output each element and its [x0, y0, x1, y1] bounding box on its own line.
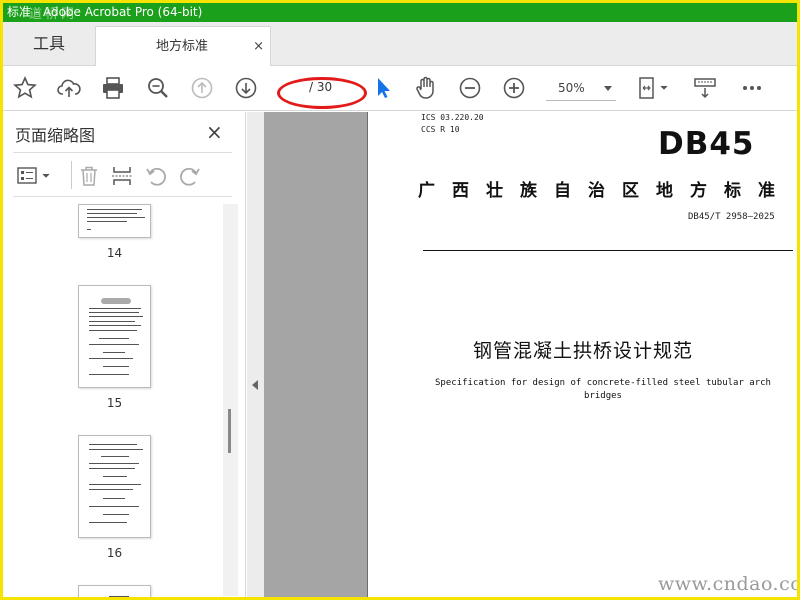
cloud-upload-icon[interactable] — [56, 75, 82, 101]
insert-page-icon[interactable] — [110, 164, 134, 188]
document-title-en: Specification for design of concrete-fil… — [435, 378, 771, 401]
panel-close-icon[interactable]: × — [206, 120, 223, 144]
panel-collapse-handle[interactable] — [247, 112, 264, 597]
thumbnail-toolbar — [13, 152, 232, 197]
hand-tool-icon[interactable] — [413, 75, 439, 101]
main-toolbar: / 30 50% — [3, 66, 797, 111]
window-titlebar: 标准 - Adobe Acrobat Pro (64-bit) 道桥网 — [3, 3, 797, 22]
watermark: www.cndao.com — [658, 573, 797, 595]
search-zoom-icon[interactable] — [145, 75, 171, 101]
page-number-box: / 30 — [286, 76, 360, 101]
toolbar-divider — [71, 161, 72, 189]
page-number-input[interactable] — [291, 79, 309, 97]
rotate-counterclockwise-icon[interactable] — [144, 164, 168, 188]
thumbnail-label: 14 — [106, 246, 123, 260]
standard-number: DB45/T 2958—2025 — [688, 212, 775, 222]
zoom-out-icon[interactable] — [457, 75, 483, 101]
print-icon[interactable] — [100, 75, 126, 101]
previous-page-icon[interactable] — [189, 75, 215, 101]
document-title-cn: 钢管混凝土拱桥设计规范 — [472, 340, 693, 362]
zoom-select[interactable]: 50% — [546, 77, 616, 101]
tab-bar: 工具 地方标准 × — [3, 22, 797, 66]
tab-document-label: 地方标准 — [156, 39, 209, 54]
collapse-arrow-icon — [252, 380, 258, 390]
page-thumbnail[interactable] — [78, 585, 151, 597]
more-options-icon[interactable] — [739, 75, 765, 101]
zoom-in-icon[interactable] — [501, 75, 527, 101]
thumbnail-options-icon[interactable] — [15, 164, 55, 188]
delete-page-icon[interactable] — [77, 164, 101, 188]
zoom-value: 50% — [558, 81, 585, 95]
panel-title: 页面缩略图 — [15, 126, 96, 145]
page-thumbnail[interactable] — [78, 204, 151, 238]
tab-document[interactable]: 地方标准 × — [95, 26, 271, 66]
tab-tools[interactable]: 工具 — [3, 22, 95, 66]
rotate-clockwise-icon[interactable] — [178, 164, 202, 188]
next-page-icon[interactable] — [233, 75, 259, 101]
bookmark-star-icon[interactable] — [12, 75, 38, 101]
page-fit-icon[interactable] — [636, 75, 672, 101]
page-total: / 30 — [309, 80, 333, 94]
scroll-mode-icon[interactable] — [692, 75, 718, 101]
thumbnail-label: 15 — [106, 396, 123, 410]
page-thumbnail[interactable] — [78, 435, 151, 538]
application-frame: 标准 - Adobe Acrobat Pro (64-bit) 道桥网 工具 地… — [0, 0, 800, 600]
previous-page-edge — [264, 112, 367, 597]
thumbnails-panel: 页面缩略图 × 14 15 16 — [3, 112, 246, 597]
document-page: ICS 03.220.20 CCS R 10 DB45 广西壮族自治区地方标准 … — [367, 112, 797, 597]
header-rule — [423, 250, 793, 251]
ics-code: ICS 03.220.20 CCS R 10 — [421, 113, 484, 134]
panel-scrollbar[interactable] — [223, 204, 238, 596]
panel-scrollbar-thumb[interactable] — [228, 409, 231, 453]
thumbnail-label: 16 — [106, 546, 123, 560]
chevron-down-icon — [604, 86, 612, 91]
tab-close-icon[interactable]: × — [253, 27, 264, 67]
issuing-region: 广西壮族自治区地方标准 — [418, 181, 792, 201]
page-thumbnail[interactable] — [78, 285, 151, 388]
select-cursor-icon[interactable] — [370, 75, 396, 101]
standard-logo: DB45 — [658, 126, 755, 162]
